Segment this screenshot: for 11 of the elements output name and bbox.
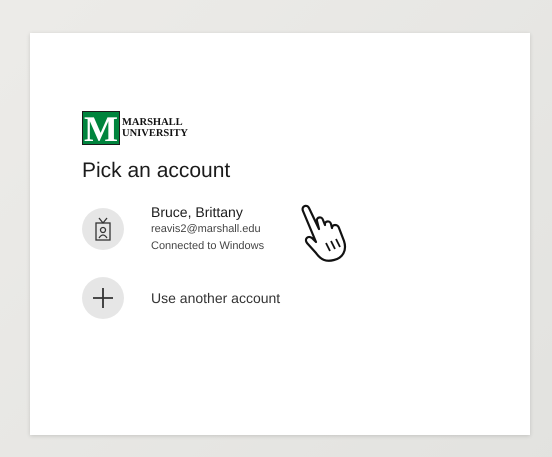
account-tile[interactable]: Bruce, Brittany reavis2@marshall.edu Connected to Windows [82, 203, 478, 255]
logo-text: UNIVERSITY [122, 128, 188, 139]
page-heading: Pick an account [82, 159, 232, 183]
id-badge-icon [95, 217, 111, 241]
account-name: Bruce, Brittany [151, 204, 244, 220]
use-another-account-button[interactable]: Use another account [82, 275, 478, 321]
account-email: reavis2@marshall.edu [151, 222, 262, 236]
logo-text: MARSHALL [122, 117, 184, 128]
account-status: Connected to Windows [151, 238, 264, 254]
logo-mark: M [82, 111, 120, 145]
plus-icon [93, 288, 113, 308]
